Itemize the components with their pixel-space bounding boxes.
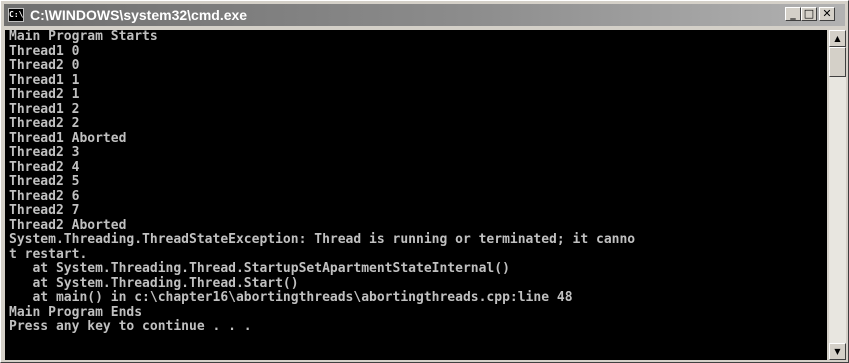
cmd-app-icon[interactable]: C:\ [8, 8, 24, 22]
console-line: at System.Threading.Thread.StartupSetApa… [9, 261, 510, 276]
console-line: Thread1 2 [9, 101, 80, 117]
console-line: Thread2 0 [9, 58, 80, 73]
console-line: Thread2 7 [9, 203, 80, 218]
scroll-up-arrow-icon[interactable]: ▲ [829, 30, 846, 47]
console-window: C:\ C:\WINDOWS\system32\cmd.exe _ □ ✕ Ma… [0, 0, 849, 363]
console-line: Thread1 1 [9, 72, 80, 88]
console-line: Thread2 5 [9, 174, 80, 189]
console-line: at main() in c:\chapter16\abortingthread… [9, 290, 573, 305]
console-line: Thread1 0 [9, 43, 80, 59]
console-line: System.Threading.ThreadStateException: T… [9, 232, 636, 247]
scrollbar-thumb[interactable] [829, 47, 846, 77]
console-line: Thread2 4 [9, 159, 80, 175]
console-line: Thread2 6 [9, 188, 80, 204]
minimize-button[interactable]: _ [785, 7, 801, 21]
close-button[interactable]: ✕ [819, 7, 835, 21]
console-line: Thread2 3 [9, 145, 80, 160]
console-line: t restart. [9, 246, 88, 262]
console-line: Press any key to continue . . . [9, 319, 252, 334]
scroll-down-arrow-icon[interactable]: ▼ [829, 343, 846, 360]
console-line: at System.Threading.Thread.Start() [9, 275, 299, 291]
console-line: Main Program Ends [9, 304, 143, 320]
title-bar[interactable]: C:\ C:\WINDOWS\system32\cmd.exe _ □ ✕ [4, 4, 845, 26]
console-line: Main Program Starts [9, 30, 158, 44]
console-line: Thread2 Aborted [9, 217, 127, 233]
window-title: C:\WINDOWS\system32\cmd.exe [30, 7, 248, 23]
console-line: Thread2 2 [9, 116, 80, 131]
console-line: Thread1 Aborted [9, 130, 127, 146]
console-output[interactable]: Main Program Starts Thread1 0 Thread2 0 … [5, 30, 827, 360]
console-line: Thread2 1 [9, 87, 80, 102]
vertical-scrollbar[interactable]: ▲ ▼ [829, 30, 846, 360]
maximize-button[interactable]: □ [801, 7, 817, 21]
